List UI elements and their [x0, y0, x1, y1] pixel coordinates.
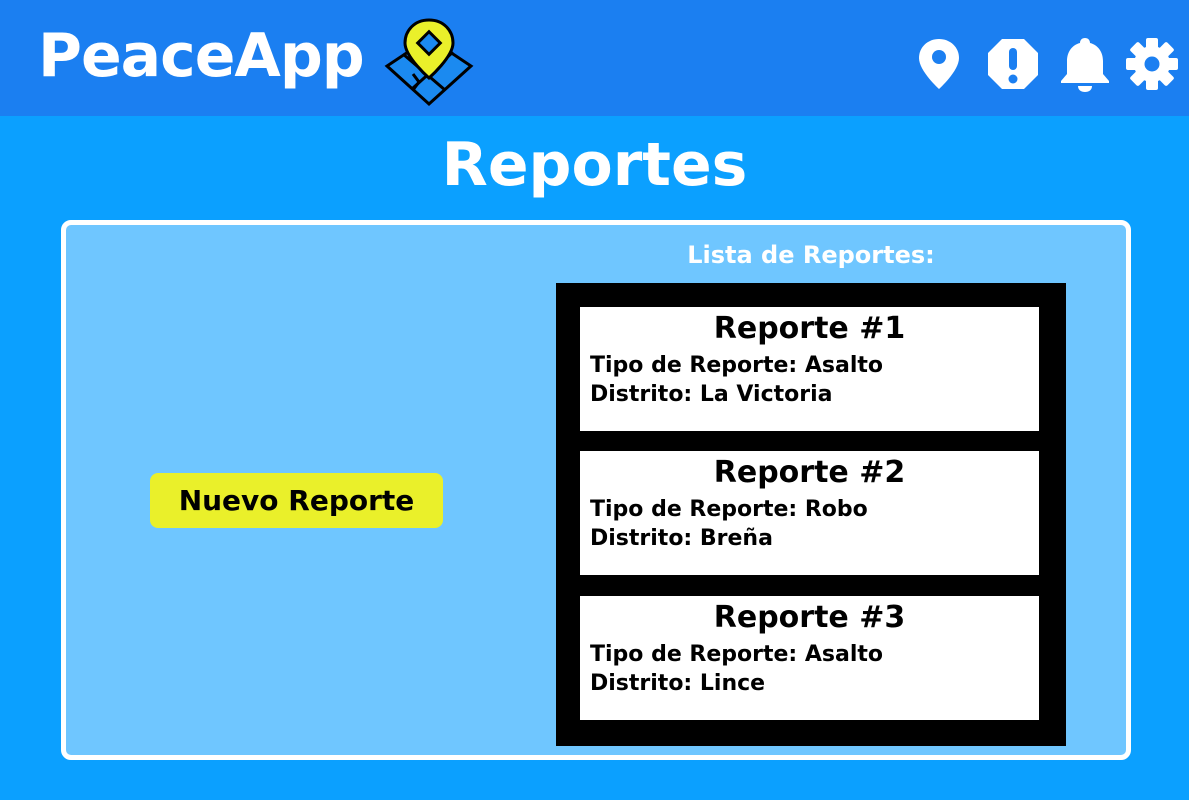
report-card-type: Tipo de Reporte: Robo: [590, 497, 868, 522]
bell-icon[interactable]: [1059, 36, 1111, 92]
report-card-title: Reporte #2: [713, 455, 906, 490]
page-title: Reportes: [441, 130, 748, 200]
report-card-district: Distrito: Breña: [590, 526, 773, 551]
report-card[interactable]: Reporte #2 Tipo de Reporte: Robo Distrit…: [580, 451, 1039, 575]
report-card-title: Reporte #1: [713, 311, 906, 346]
report-card[interactable]: Reporte #3 Tipo de Reporte: Asalto Distr…: [580, 596, 1039, 720]
alert-icon[interactable]: [987, 36, 1039, 92]
report-card-district: Distrito: Lince: [590, 671, 766, 696]
location-pin-icon[interactable]: [913, 36, 965, 92]
report-card-type: Tipo de Reporte: Asalto: [590, 353, 884, 378]
report-card-type: Tipo de Reporte: Asalto: [590, 642, 884, 667]
report-card-title: Reporte #3: [713, 600, 906, 635]
app-name: PeaceApp: [38, 21, 365, 91]
report-list: Reporte #1 Tipo de Reporte: Asalto Distr…: [556, 283, 1066, 746]
report-card[interactable]: Reporte #1 Tipo de Reporte: Asalto Distr…: [580, 307, 1039, 431]
gear-icon[interactable]: [1126, 36, 1178, 92]
top-bar: PeaceApp: [0, 0, 1189, 116]
report-list-title: Lista de Reportes:: [687, 241, 935, 269]
new-report-button[interactable]: Nuevo Reporte: [150, 473, 443, 528]
map-pin-logo-icon: [384, 18, 474, 107]
report-card-district: Distrito: La Victoria: [590, 382, 833, 407]
